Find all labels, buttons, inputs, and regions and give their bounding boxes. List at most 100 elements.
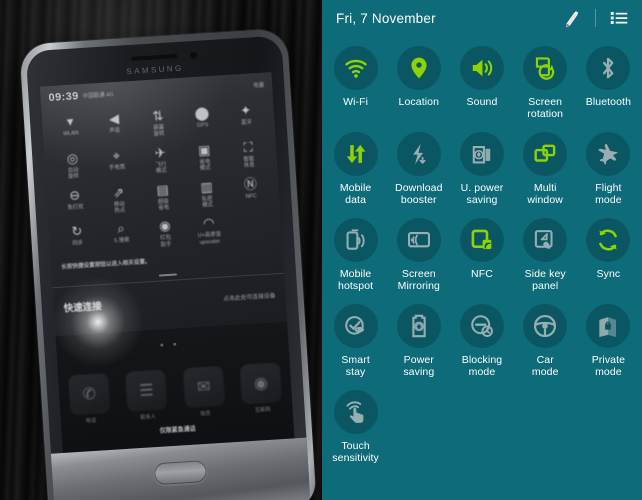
photo-tile-icon: ⌖ xyxy=(112,147,121,164)
panel-header-actions xyxy=(559,5,632,31)
status-bar-clock: 09:39 xyxy=(48,90,80,105)
tile-nfc[interactable]: NFC xyxy=(450,214,513,298)
photo-tile: ⬤ GPS xyxy=(179,99,225,137)
wifi-icon[interactable] xyxy=(333,46,378,90)
battery-leaf-icon[interactable] xyxy=(396,304,441,348)
tile-location[interactable]: Location xyxy=(387,42,450,126)
side-key-panel-icon[interactable] xyxy=(523,218,568,262)
phone-photograph: SAMSUNG 09:39 中国联通 4G 电量 ▾ WLAN ◀ 声音 ⇅ 屏幕 旋转 ⬤… xyxy=(0,0,322,500)
mobile-data-arrows-icon[interactable] xyxy=(333,132,378,176)
location-pin-icon[interactable] xyxy=(396,46,441,90)
quick-connect-title: 快速连接 xyxy=(63,301,103,315)
download-booster-icon[interactable] xyxy=(396,132,441,176)
steering-wheel-icon[interactable] xyxy=(523,304,568,348)
photo-tile-label: 蓝牙 xyxy=(240,119,253,127)
photo-tile: ⌖ 手电筒 xyxy=(94,141,140,179)
tile-side-key-panel[interactable]: Side key panel xyxy=(514,214,577,298)
tile-wi-fi[interactable]: Wi-Fi xyxy=(324,42,387,126)
tile-label: Sound xyxy=(466,96,498,108)
photo-tile: ⊖ 免打扰 xyxy=(52,181,98,219)
ultra-power-saving-icon[interactable] xyxy=(459,132,504,176)
screen-mirroring-icon[interactable] xyxy=(396,218,441,262)
photo-dock-label: 信息 xyxy=(200,410,211,418)
photo-tile: ▥ 私密 模式 xyxy=(184,173,230,211)
tile-touch-sensitivity[interactable]: Touch sensitivity xyxy=(324,386,387,470)
header-separator xyxy=(595,9,596,27)
tile-label: Car mode xyxy=(531,354,559,378)
photo-tile-icon: ⬤ xyxy=(194,105,210,121)
photo-tile-label: 手电筒 xyxy=(108,164,126,172)
tile-blocking-mode[interactable]: Blocking mode xyxy=(450,300,513,384)
photo-dock-label: 电话 xyxy=(85,417,97,425)
photo-dock-label: 联系人 xyxy=(140,414,157,422)
tile-label: Power saving xyxy=(403,354,435,378)
photo-tile: ◉ 红包 助手 xyxy=(142,212,188,250)
quick-connect-subtitle: 点击此处可连接设备 xyxy=(223,292,276,303)
pencil-icon[interactable] xyxy=(559,5,585,31)
tile-mobile-hotspot[interactable]: Mobile hotspot xyxy=(324,214,387,298)
bluetooth-icon[interactable] xyxy=(586,46,631,90)
tile-label: Flight mode xyxy=(595,182,622,206)
photo-tile-label: 智能 休息 xyxy=(243,156,255,170)
tile-smart-stay[interactable]: Smart stay xyxy=(324,300,387,384)
tile-download-booster[interactable]: Download booster xyxy=(387,128,450,212)
photo-tile-label: GPS xyxy=(196,122,209,129)
tile-screen-rotation[interactable]: Screen rotation xyxy=(514,42,577,126)
tile-label: Screen rotation xyxy=(527,96,564,120)
photo-tile-label: 同步 xyxy=(72,240,84,248)
page-indicator-dots xyxy=(160,342,177,347)
tile-multi-window[interactable]: Multi window xyxy=(514,128,577,212)
list-icon[interactable] xyxy=(606,5,632,31)
photo-tile-icon: ⇗ xyxy=(112,184,125,200)
photo-tile-label: 移动 热点 xyxy=(113,201,126,215)
nfc-icon[interactable] xyxy=(459,218,504,262)
multi-window-icon[interactable] xyxy=(523,132,568,176)
tile-label: Touch sensitivity xyxy=(332,440,379,464)
photo-tile-label: WLAN xyxy=(62,130,79,138)
photo-tile-icon: ▤ xyxy=(155,181,170,198)
screen-rotation-icon[interactable] xyxy=(523,46,568,90)
private-mode-lock-icon[interactable] xyxy=(586,304,631,348)
tile-bluetooth[interactable]: Bluetooth xyxy=(577,42,640,126)
quick-settings-panel: Fri, 7 November Wi-Fi Location Sound Scr… xyxy=(322,0,642,500)
tile-u-power-saving[interactable]: U. power saving xyxy=(450,128,513,212)
tile-label: Private mode xyxy=(591,354,626,378)
photo-tile: ⇅ 屏幕 旋转 xyxy=(135,102,181,140)
tile-sound[interactable]: Sound xyxy=(450,42,513,126)
airplane-icon[interactable] xyxy=(586,132,631,176)
photo-tile-label: 省电 模式 xyxy=(199,158,211,172)
photo-tile xyxy=(230,207,276,245)
photo-tile-icon: ⇅ xyxy=(152,107,164,124)
touch-sensitivity-icon[interactable] xyxy=(333,390,378,434)
photo-tile-label: NFC xyxy=(245,192,257,200)
photo-dock-icon: ☰ xyxy=(125,369,168,412)
sync-icon[interactable] xyxy=(586,218,631,262)
photo-tile-icon: ⌕ xyxy=(116,221,126,237)
photo-dock-icon: ✆ xyxy=(68,372,111,416)
photo-tile-icon: ◎ xyxy=(66,150,79,166)
tile-car-mode[interactable]: Car mode xyxy=(514,300,577,384)
tile-screen-mirroring[interactable]: Screen Mirroring xyxy=(387,214,450,298)
smart-stay-eye-icon[interactable] xyxy=(333,304,378,348)
speaker-sound-icon[interactable] xyxy=(459,46,504,90)
photo-tile: ▾ WLAN xyxy=(47,107,93,145)
tile-sync[interactable]: Sync xyxy=(577,214,640,298)
tile-flight-mode[interactable]: Flight mode xyxy=(577,128,640,212)
photo-tile-icon: ▾ xyxy=(66,113,74,130)
photo-tile-icon: ⊖ xyxy=(68,186,81,203)
photo-tile-label: 超级 省电 xyxy=(157,198,170,212)
tile-private-mode[interactable]: Private mode xyxy=(577,300,640,384)
photo-tile: ⛶ 智能 休息 xyxy=(225,133,271,171)
mobile-hotspot-icon[interactable] xyxy=(333,218,378,262)
panel-date-label: Fri, 7 November xyxy=(336,10,436,26)
photo-tile-label: 私密 模式 xyxy=(201,195,214,209)
photo-tile-label: 声音 xyxy=(109,127,121,135)
home-button xyxy=(153,460,208,486)
blocking-mode-icon[interactable] xyxy=(459,304,504,348)
tile-label: Mobile hotspot xyxy=(338,268,374,292)
tile-label: Blocking mode xyxy=(461,354,503,378)
tile-label: Bluetooth xyxy=(585,96,632,108)
photo-dock-icon: ◉ xyxy=(239,362,283,405)
tile-mobile-data[interactable]: Mobile data xyxy=(324,128,387,212)
tile-power-saving[interactable]: Power saving xyxy=(387,300,450,384)
